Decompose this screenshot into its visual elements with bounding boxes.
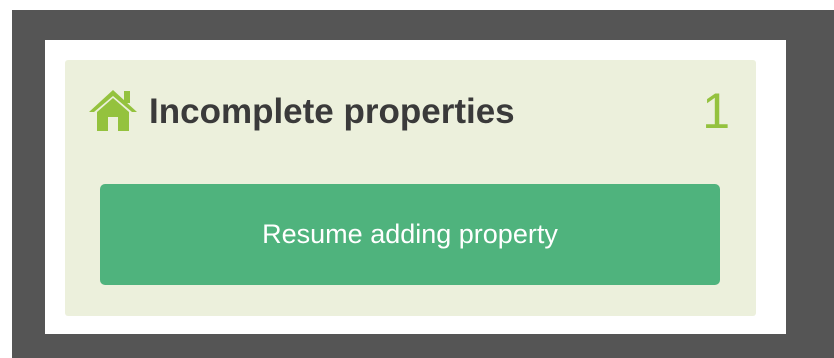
widget-panel: Incomplete properties 1 Resume adding pr…	[45, 40, 786, 334]
resume-adding-property-button[interactable]: Resume adding property	[100, 184, 720, 285]
card-header: Incomplete properties 1	[87, 84, 738, 144]
incomplete-count: 1	[702, 83, 730, 139]
card-title: Incomplete properties	[149, 92, 515, 131]
home-icon	[87, 88, 139, 132]
incomplete-properties-card: Incomplete properties 1 Resume adding pr…	[65, 60, 756, 316]
outer-frame: Incomplete properties 1 Resume adding pr…	[12, 10, 834, 358]
